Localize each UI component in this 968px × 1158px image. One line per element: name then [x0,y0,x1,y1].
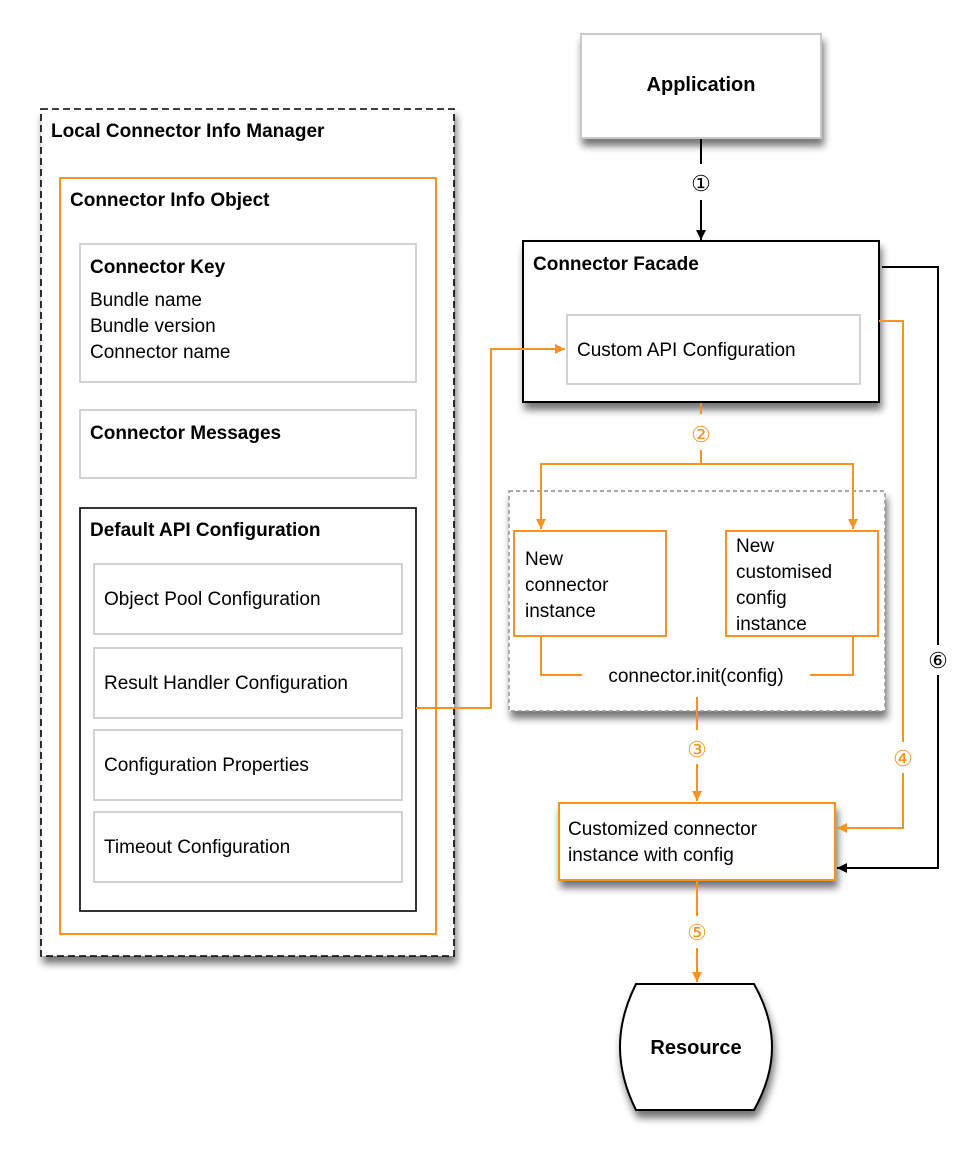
config-item-object-pool: Object Pool Configuration [104,589,321,610]
customized-connector-line: Customized connector [568,819,758,840]
connector-key-line: Bundle name [90,290,202,311]
connector-key-line: Bundle version [90,316,216,337]
config-item-result-handler: Result Handler Configuration [104,673,348,694]
new-config-instance-line: config [736,588,787,609]
application-label: Application [647,74,756,96]
customized-connector-node: Customized connector instance with confi… [558,802,836,881]
new-connector-instance-line: instance [525,601,596,622]
step-3-label: ③ [687,738,707,763]
step-2-label: ② [691,423,711,448]
step-6-line-top [882,266,939,645]
config-item-timeout: Timeout Configuration [104,837,290,858]
new-config-instance-line: New [736,536,774,557]
connector-messages-title: Connector Messages [90,423,281,444]
application-node: Application [580,33,822,139]
step-4-arrow [837,773,904,833]
default-api-configuration-box: Default API Configuration Object Pool Co… [79,507,417,912]
new-config-instance-line: instance [736,614,807,635]
resource-node: Resource [618,983,774,1111]
connector-key-box: Connector Key Bundle name Bundle version… [79,243,417,383]
config-item-configuration-properties: Configuration Properties [104,755,309,776]
facade-title: Connector Facade [533,254,699,275]
default-api-config-title: Default API Configuration [90,520,320,541]
info-object-title: Connector Info Object [70,190,270,211]
connector-messages-box: Connector Messages [79,409,417,479]
manager-title: Local Connector Info Manager [51,121,325,142]
new-connector-instance-line: connector [525,575,609,596]
step-1-label: ① [691,172,711,197]
new-config-instance-line: customised [736,562,832,583]
connector-architecture-diagram: Application Local Connector Info Manager… [40,33,948,1111]
step-5-label: ⑤ [687,921,707,946]
init-call-label: connector.init(config) [608,666,783,687]
resource-label: Resource [650,1037,741,1059]
connector-key-title: Connector Key [90,257,226,278]
connector-key-line: Connector name [90,342,230,363]
customized-connector-line: instance with config [568,845,734,866]
custom-api-config-label: Custom API Configuration [577,340,796,361]
new-connector-instance-line: New [525,549,563,570]
step-4-label: ④ [893,747,913,772]
connector-facade-node: Connector Facade Custom API Configuratio… [522,240,880,403]
instance-creation-group: New connector instance New customised co… [508,490,886,712]
step-6-label: ⑥ [928,649,948,674]
